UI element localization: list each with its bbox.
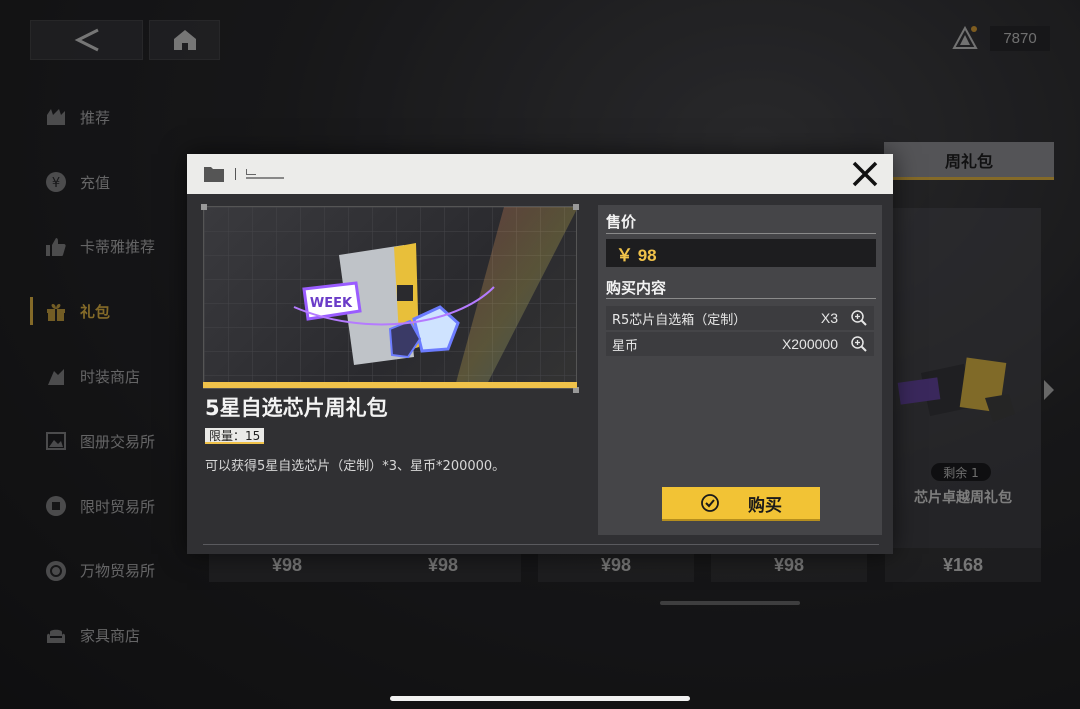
pack-title: 5星自选芯片周礼包 xyxy=(205,396,388,420)
zoom-in-icon[interactable] xyxy=(850,335,868,353)
pack-preview-image: WEEK xyxy=(203,206,577,389)
buy-button-label: 购买 xyxy=(748,495,782,516)
content-item-name: R5芯片自选箱（定制） xyxy=(612,312,747,328)
modal-header xyxy=(187,154,893,194)
purchase-modal: WEEK 5星自选芯片周礼包 限量：15 可以获得5星自选芯片（定制）*3、星币… xyxy=(187,154,893,554)
purchase-detail-panel: 售价 ￥ 98 购买内容 R5芯片自选箱（定制） X3 星币 X200000 购… xyxy=(598,205,882,535)
preview-accent-bar xyxy=(203,382,577,388)
zoom-in-icon[interactable] xyxy=(850,309,868,327)
contents-section-title: 购买内容 xyxy=(606,279,667,297)
home-indicator[interactable] xyxy=(390,696,690,701)
price-value: ￥ 98 xyxy=(606,239,876,267)
content-item-name: 星币 xyxy=(612,338,639,354)
header-divider xyxy=(235,168,236,180)
section-divider xyxy=(606,233,876,234)
header-decoration xyxy=(246,169,284,179)
folder-icon xyxy=(204,167,224,182)
content-row: 星币 X200000 xyxy=(606,332,874,356)
content-item-qty: X3 xyxy=(820,310,838,326)
modal-bottom-line xyxy=(203,544,879,545)
section-divider xyxy=(606,298,876,299)
price-section-title: 售价 xyxy=(606,213,637,231)
check-circle-icon xyxy=(701,494,719,512)
frame-corner xyxy=(201,204,207,210)
limit-badge: 限量：15 xyxy=(205,428,265,444)
frame-corner xyxy=(573,204,579,210)
pack-description: 可以获得5星自选芯片（定制）*3、星币*200000。 xyxy=(205,459,506,474)
chip-box-illustration: WEEK xyxy=(204,207,576,388)
buy-button[interactable]: 购买 xyxy=(662,487,820,521)
content-row: R5芯片自选箱（定制） X3 xyxy=(606,306,874,330)
content-item-qty: X200000 xyxy=(781,336,838,352)
week-badge-text: WEEK xyxy=(310,296,353,311)
close-icon[interactable] xyxy=(849,158,881,190)
